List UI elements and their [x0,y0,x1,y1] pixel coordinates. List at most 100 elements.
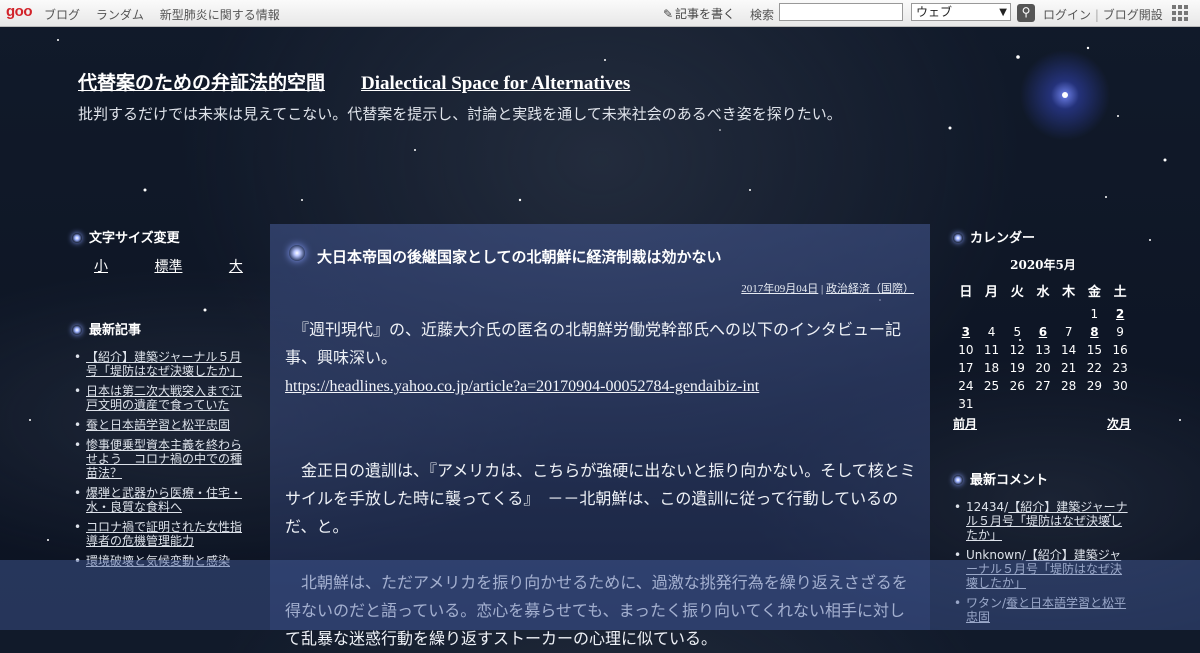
calendar-day: 29 [1086,379,1102,393]
calendar-empty-cell [979,305,1005,323]
calendar-empty-cell [1030,395,1056,413]
calendar-day: 19 [1009,361,1025,375]
calendar-day: 5 [1013,325,1022,339]
site-title-ja: 代替案のための弁証法的空間 [78,72,326,94]
write-article-link[interactable]: ✎ 記事を書く [661,5,735,22]
list-item[interactable]: Unknown/【紹介】建築ジャーナル５月号「堤防はなぜ決壊したか」 [953,548,1133,590]
calendar-day: 31 [958,397,974,411]
calendar-weekday: 火 [1010,285,1024,300]
login-link[interactable]: ログイン [1043,8,1091,22]
calendar-weekday: 水 [1036,285,1050,300]
star-bullet-icon [953,475,963,485]
list-item[interactable]: 惨事便乗型資本主義を終わらせよう コロナ禍の中での種苗法？ [72,438,246,480]
calendar-day: 21 [1061,361,1077,375]
calendar-empty-cell [979,395,1005,413]
nav-blog[interactable]: ブログ [44,8,80,22]
list-item[interactable]: 日本は第二次大戦突入まで江戸文明の遺産で食っていた [72,384,246,412]
next-month-link[interactable]: 次月 [1107,415,1131,432]
calendar-day: 4 [987,325,996,339]
calendar-day[interactable]: 3 [953,323,979,341]
write-article-label: 記事を書く [675,7,736,21]
article-date-link[interactable]: 2017年09月04日 [741,283,818,295]
calendar-day: 26 [1009,379,1025,393]
list-item[interactable]: ワタン/蚕と日本語学習と松平忠固 [953,596,1133,624]
article-link[interactable]: https://headlines.yahoo.co.jp/article?a=… [285,378,759,395]
calendar-day: 24 [958,379,974,393]
calendar-weekday: 金 [1087,285,1101,300]
prev-month-link[interactable]: 前月 [953,415,977,432]
calendar-day: 20 [1035,361,1051,375]
calendar-day: 27 [1035,379,1051,393]
nav-random[interactable]: ランダム [96,8,144,22]
calendar-nav: 前月 次月 [953,415,1133,431]
calendar-heading: カレンダー [953,227,1035,246]
comment-author: Unknown/ [966,548,1026,562]
calendar-day: 22 [1086,361,1102,375]
recent-comments-heading: 最新コメント [953,469,1048,488]
article-paragraph: 『週刊現代』の、近藤大介氏の匿名の北朝鮮労働党幹部氏への以下のインタビュー記事、… [285,320,902,367]
search-scope-select[interactable]: ウェブ ▼ [911,3,1011,21]
calendar-empty-cell [1107,395,1133,413]
article-paragraph: 北朝鮮は、ただアメリカを振り向かせるために、過激な挑発行為を繰り返えさざるを得な… [285,573,908,648]
calendar-day: 12 [1009,343,1025,357]
separator: | [1094,8,1099,22]
calendar-day: 11 [983,343,1000,357]
calendar: 2020年5月 日月火水木金土 1 2 3 4 5 6 7 8 9 10 11 12 13 14 15 16 1… [953,256,1133,431]
site-description: 批判するだけでは未来は見えてこない。代替案を提示し、討論と実践を通して未来社会の… [78,105,842,123]
calendar-empty-cell [1004,395,1030,413]
calendar-day[interactable]: 6 [1030,323,1056,341]
calendar-day: 25 [983,379,1000,393]
site-title[interactable]: 代替案のための弁証法的空間 Dialectical Space for Alter… [78,68,630,95]
top-nav: ブログ ランダム 新型肺炎に関する情報 [44,6,292,23]
article-category-link[interactable]: 政治経済（国際） [826,283,914,295]
comment-author: ワタン/ [966,596,1007,610]
calendar-empty-cell [1004,305,1030,323]
star-bullet-icon [289,245,305,261]
calendar-weekday: 月 [985,285,999,300]
calendar-weekday: 木 [1062,285,1076,300]
calendar-weekday: 土 [1113,285,1127,300]
open-blog-link[interactable]: ブログ開設 [1103,8,1163,22]
star-bullet-icon [953,233,963,243]
list-item[interactable]: コロナ禍で証明された女性指導者の危機管理能力 [72,520,246,548]
calendar-empty-cell [1056,395,1082,413]
calendar-day: 7 [1064,325,1073,339]
pencil-icon: ✎ [662,7,674,21]
search-icon: ⚲ [1021,5,1031,19]
list-item[interactable]: 環境破壊と気候変動と感染 [72,554,246,568]
calendar-day[interactable]: 2 [1107,305,1133,323]
comment-author: 12434/ [966,500,1009,514]
font-size-large[interactable]: 大 [229,259,243,275]
calendar-day: 23 [1112,361,1128,375]
calendar-day: 14 [1061,343,1077,357]
star-bullet-icon [72,233,82,243]
list-item[interactable]: 蚕と日本語学習と松平忠固 [72,418,246,432]
font-size-normal[interactable]: 標準 [154,259,182,275]
calendar-empty-cell [1030,305,1056,323]
article-title: 大日本帝国の後継国家としての北朝鮮に経済制裁は効かない [289,245,722,267]
list-item[interactable]: 【紹介】建築ジャーナル５月号「堤防はなぜ決壊したか」 [72,350,246,378]
font-size-small[interactable]: 小 [94,259,108,275]
search-label: 検索 [750,8,775,22]
calendar-day: 10 [958,343,974,357]
list-item[interactable]: 爆弾と武器から医療・住宅・水・良質な食料へ [72,486,246,514]
calendar-day: 28 [1061,379,1077,393]
goo-logo[interactable]: goo [6,3,33,20]
apps-grid-icon[interactable] [1172,5,1188,21]
search-input[interactable] [779,3,903,21]
article-paragraph: 金正日の遺訓は、『アメリカは、こちらが強硬に出ないと振り向かない。そして核とミサ… [285,461,916,536]
article-panel: 大日本帝国の後継国家としての北朝鮮に経済制裁は効かない 2017年09月04日 … [270,224,930,648]
calendar-weekday: 日 [959,285,973,300]
calendar-empty-cell [1082,395,1108,413]
recent-comments-list: 12434/【紹介】建築ジャーナル５月号「堤防はなぜ決壊したか」 Unknown… [953,500,1133,630]
account-links: ログイン | ブログ開設 [1043,6,1163,23]
calendar-day: 9 [1116,325,1124,339]
list-item[interactable]: 12434/【紹介】建築ジャーナル５月号「堤防はなぜ決壊したか」 [953,500,1133,542]
calendar-day[interactable]: 8 [1082,323,1108,341]
nav-covid-info[interactable]: 新型肺炎に関する情報 [160,8,280,22]
top-bar: goo ブログ ランダム 新型肺炎に関する情報 ✎ 記事を書く 検索 ウェブ ▼ … [0,0,1200,27]
search-button[interactable]: ⚲ [1017,4,1035,22]
calendar-day: 13 [1035,343,1051,357]
dropdown-caret-icon: ▼ [999,7,1007,18]
star-bullet-icon [72,325,82,335]
